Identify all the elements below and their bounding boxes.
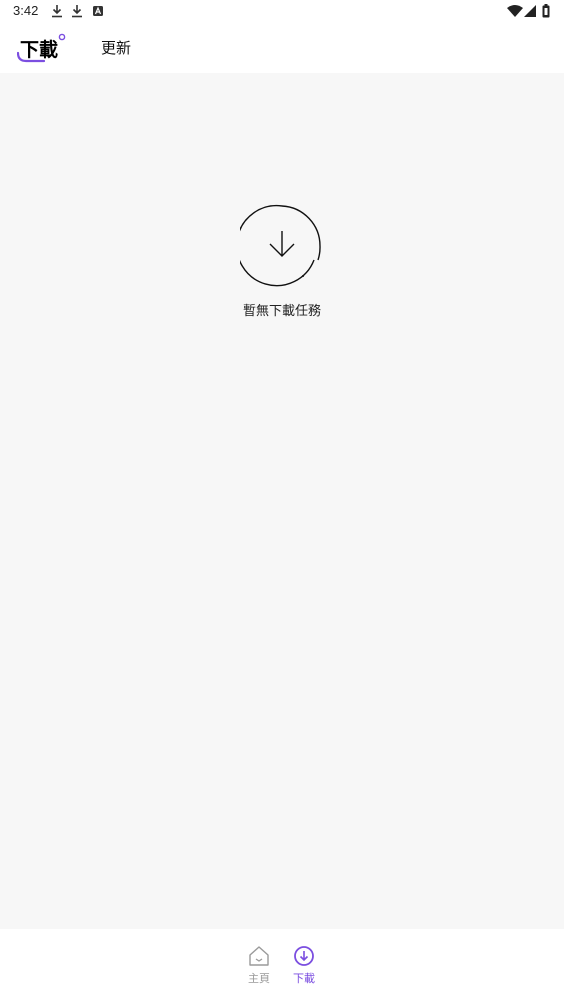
top-tab-bar: 下載 更新 <box>0 24 564 73</box>
app-notification-icon <box>93 6 103 16</box>
tab-update[interactable]: 更新 <box>101 37 131 58</box>
bottom-navigation: 主頁 下載 <box>0 929 564 1004</box>
nav-download[interactable]: 下載 <box>284 945 324 986</box>
nav-home[interactable]: 主頁 <box>239 945 279 986</box>
tab-update-label: 更新 <box>101 39 132 57</box>
download-circle-icon <box>294 946 314 966</box>
download-circle-icon <box>240 204 321 287</box>
nav-download-label: 下載 <box>293 972 315 985</box>
status-time: 3:42 <box>13 3 39 18</box>
wifi-icon <box>507 5 523 17</box>
tab-download[interactable]: 下載 <box>17 32 69 68</box>
signal-icon <box>524 5 536 17</box>
app-screen: 3:42 下載 更新 暫無下載任務 主頁 下載 <box>0 0 564 1004</box>
download-list-area: 暫無下載任務 <box>0 73 564 929</box>
home-icon <box>249 946 269 966</box>
status-bar: 3:42 <box>0 0 564 24</box>
download-notification-icon <box>52 5 62 18</box>
nav-home-label: 主頁 <box>248 972 270 985</box>
battery-icon <box>542 4 550 18</box>
empty-message: 暫無下載任務 <box>242 304 321 319</box>
download-notification-icon <box>72 5 82 18</box>
tab-active-indicator <box>17 33 66 63</box>
